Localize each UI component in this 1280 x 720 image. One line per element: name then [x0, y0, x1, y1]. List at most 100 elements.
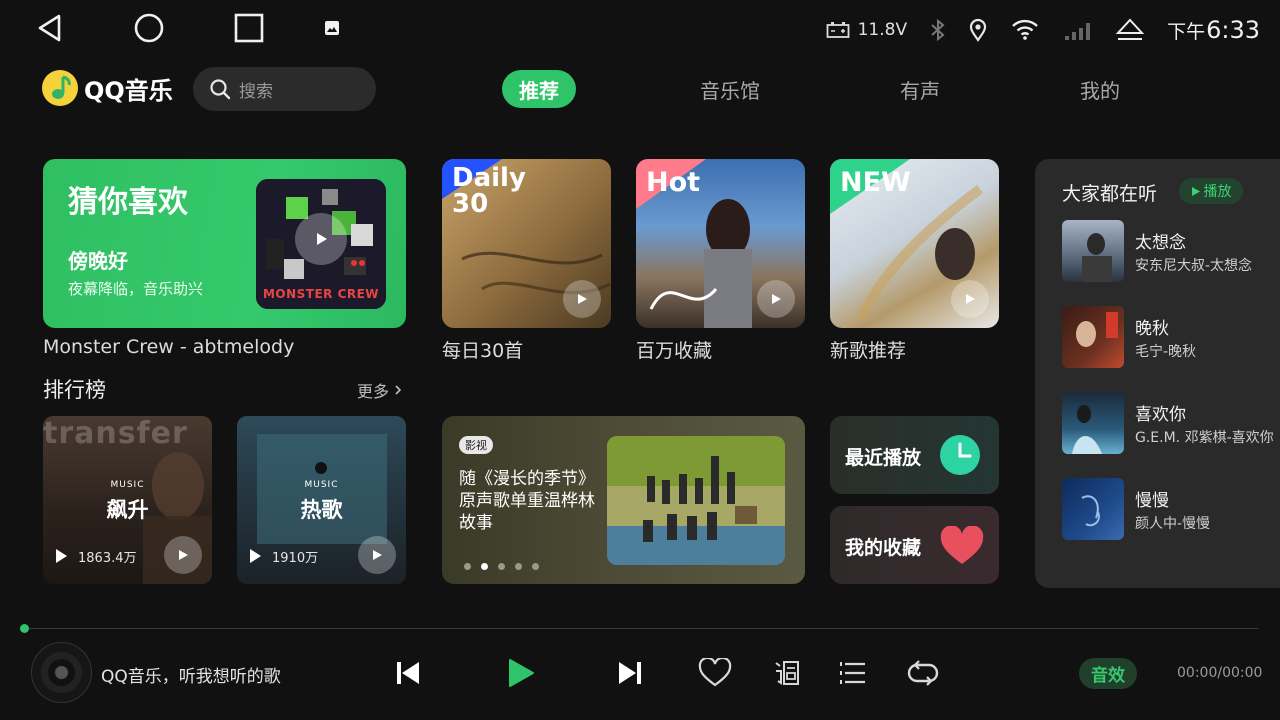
play-count-icon — [250, 549, 261, 563]
daily-caption: 每日30首 — [442, 340, 524, 362]
promo-banner[interactable]: 影视 随《漫长的季节》原声歌单重温桦林故事 — [442, 416, 805, 584]
trending-song-item[interactable]: 喜欢你 G.E.M. 邓紫棋-喜欢你 — [1062, 392, 1280, 454]
app-logo: QQ音乐 — [42, 70, 173, 106]
pagination-dot[interactable] — [464, 563, 471, 570]
guess-title: 猜你喜欢 — [68, 185, 188, 220]
pagination-dot[interactable] — [481, 563, 488, 570]
trending-play-label: 播放 — [1203, 184, 1232, 200]
app-name: QQ音乐 — [84, 76, 173, 105]
pagination-dot[interactable] — [532, 563, 539, 570]
bluetooth-icon — [931, 18, 945, 42]
heart-icon — [940, 526, 984, 564]
daily-badge: Daily 30 — [452, 163, 526, 219]
battery-indicator: 11.8V — [826, 20, 907, 40]
more-link[interactable]: 更多 — [357, 378, 403, 402]
play-icon — [966, 294, 975, 304]
pagination-dot[interactable] — [515, 563, 522, 570]
trending-song-item[interactable]: 太想念 安东尼大叔-太想念 — [1062, 220, 1280, 282]
tab-audio[interactable]: 有声 — [890, 70, 950, 108]
rank-play-button[interactable] — [358, 536, 396, 574]
more-label: 更多 — [357, 382, 390, 401]
song-title: 太想念 — [1135, 233, 1186, 253]
next-button[interactable] — [612, 655, 648, 691]
rank-card-rising[interactable]: transfer MUSIC 飙升 1863.4万 — [43, 416, 212, 584]
repeat-button[interactable] — [905, 655, 941, 691]
guess-caption[interactable]: Monster Crew - abtmelody — [43, 336, 294, 358]
playback-progress-thumb[interactable] — [20, 624, 29, 633]
search-box[interactable]: 搜索 — [193, 67, 376, 111]
song-artist: 安东尼大叔-太想念 — [1135, 258, 1253, 274]
new-play-button[interactable] — [951, 280, 989, 318]
qq-music-logo-icon — [42, 70, 78, 106]
trending-song-item[interactable]: 慢慢 颜人中-慢慢 — [1062, 478, 1280, 540]
search-placeholder: 搜索 — [239, 81, 273, 102]
guess-song: 傍晚好 — [68, 249, 128, 273]
guess-album-art: MONSTER CREW — [256, 179, 386, 309]
heart-outline-icon — [698, 658, 732, 687]
skip-next-icon — [619, 662, 641, 684]
rank-card-hot[interactable]: MUSIC 热歌 1910万 — [237, 416, 406, 584]
song-artist: 毛宁-晚秋 — [1135, 344, 1197, 360]
new-tile[interactable]: NEW — [830, 159, 999, 328]
trending-song-item[interactable]: 晚秋 毛宁-晚秋 — [1062, 306, 1280, 368]
search-icon — [210, 79, 231, 100]
location-icon — [969, 18, 987, 42]
song-title: 喜欢你 — [1135, 405, 1186, 425]
clock-icon — [940, 435, 980, 475]
tab-recommend[interactable]: 推荐 — [502, 70, 576, 108]
lyrics-button[interactable] — [769, 655, 805, 691]
now-playing-text: QQ音乐，听我想听的歌 — [101, 667, 281, 687]
daily-30-tile[interactable]: Daily 30 — [442, 159, 611, 328]
like-button[interactable] — [697, 655, 733, 691]
rank-play-button[interactable] — [164, 536, 202, 574]
rank-name: 热歌 — [300, 498, 343, 522]
status-bar: 11.8V 下午6:33 — [0, 0, 1280, 58]
guess-play-button[interactable] — [295, 213, 347, 265]
skip-previous-icon — [397, 662, 419, 684]
image-notification-icon — [316, 12, 348, 44]
wifi-icon — [1012, 19, 1038, 40]
trending-title: 大家都在听 — [1062, 183, 1158, 205]
tab-mine[interactable]: 我的 — [1070, 70, 1130, 108]
play-icon — [317, 233, 327, 245]
playlist-icon — [840, 662, 865, 684]
lyrics-icon — [775, 661, 799, 685]
back-icon[interactable] — [34, 12, 66, 44]
rank-logo-text: MUSIC — [304, 480, 339, 490]
rank-logo-text: MUSIC — [110, 480, 145, 490]
recent-played-button[interactable]: 最近播放 — [830, 416, 999, 494]
rankings-title: 排行榜 — [43, 378, 106, 402]
playback-time: 00:00/00:00 — [1177, 665, 1263, 681]
play-icon — [373, 550, 382, 560]
recents-icon[interactable] — [233, 12, 265, 44]
play-button[interactable] — [502, 655, 538, 691]
pagination-dot[interactable] — [498, 563, 505, 570]
banner-pagination — [464, 563, 539, 570]
previous-button[interactable] — [390, 655, 426, 691]
repeat-icon — [907, 660, 939, 686]
song-cover — [1062, 220, 1124, 282]
signal-icon — [1065, 23, 1091, 40]
rank-play-count: 1910万 — [272, 551, 319, 566]
now-playing-disc[interactable] — [31, 642, 92, 703]
my-favorites-button[interactable]: 我的收藏 — [830, 506, 999, 584]
play-icon — [179, 550, 188, 560]
trending-panel: 大家都在听 播放 太想念 安东尼大叔-太想念 晚秋 毛宁-晚秋 喜欢你 G.E.… — [1035, 159, 1280, 588]
banner-tag: 影视 — [459, 436, 493, 454]
status-clock: 下午6:33 — [1167, 16, 1260, 44]
my-favorites-label: 我的收藏 — [845, 537, 922, 559]
sound-effect-button[interactable]: 音效 — [1079, 658, 1137, 689]
tab-music-hall[interactable]: 音乐馆 — [690, 70, 770, 108]
daily-play-button[interactable] — [563, 280, 601, 318]
play-icon — [578, 294, 587, 304]
home-icon[interactable] — [133, 12, 165, 44]
hot-tile[interactable]: Hot — [636, 159, 805, 328]
song-cover — [1062, 306, 1124, 368]
new-caption: 新歌推荐 — [830, 340, 907, 362]
trending-play-button[interactable]: 播放 — [1179, 178, 1243, 204]
hot-play-button[interactable] — [757, 280, 795, 318]
recent-played-label: 最近播放 — [845, 447, 922, 469]
guess-you-like-card[interactable]: 猜你喜欢 傍晚好 夜幕降临，音乐助兴 MONSTER CREW — [43, 159, 406, 328]
playback-progress-track[interactable] — [24, 628, 1258, 629]
playlist-button[interactable] — [835, 655, 871, 691]
